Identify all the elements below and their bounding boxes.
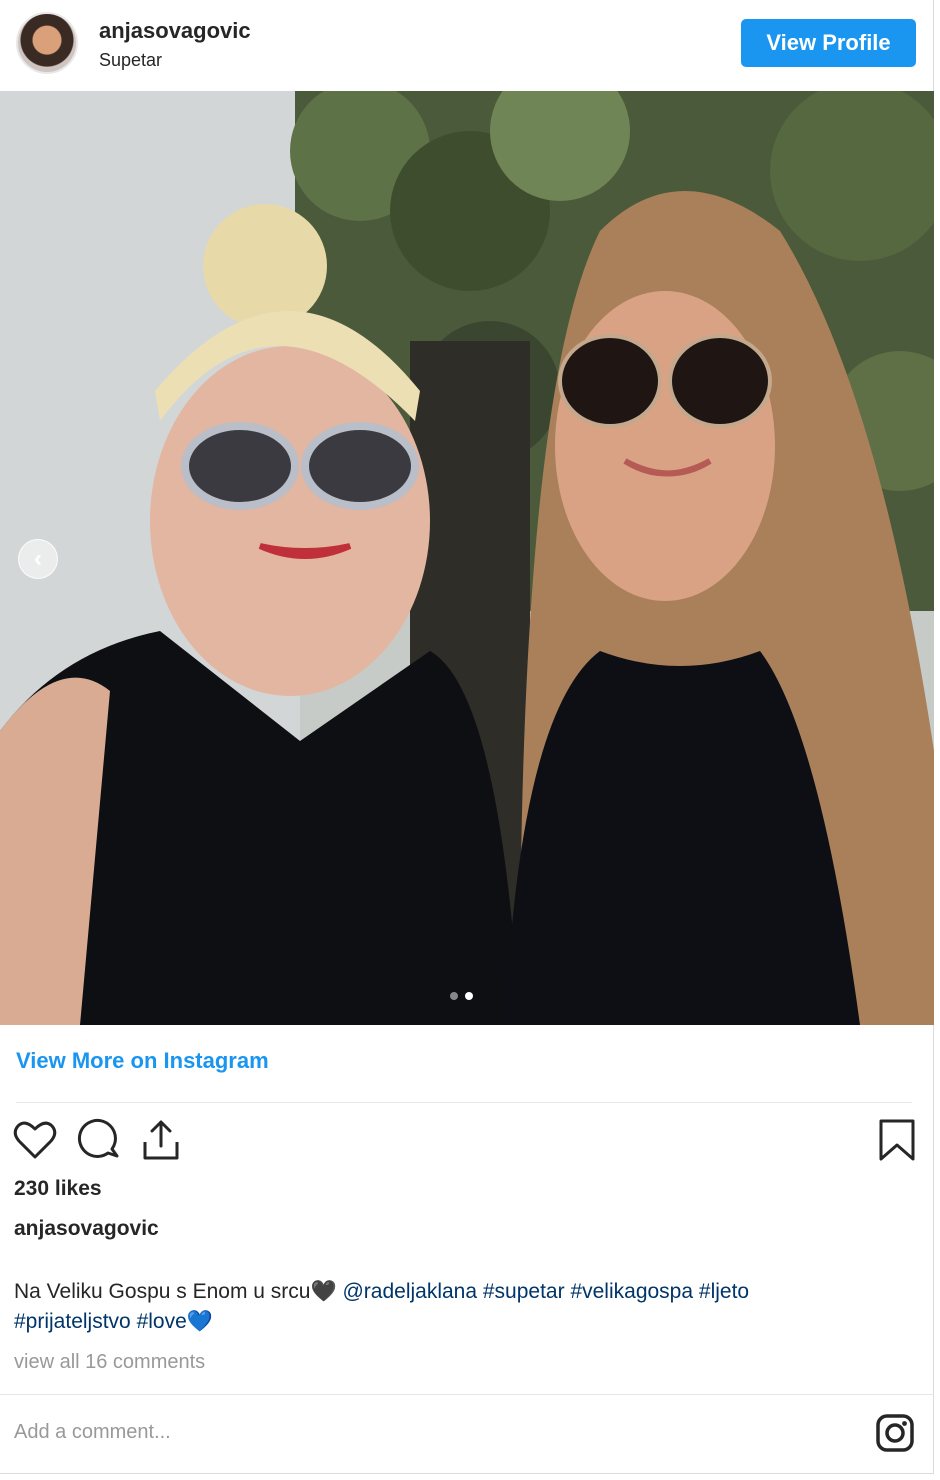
caption-author[interactable]: anjasovagovic [14, 1217, 159, 1241]
divider [0, 1394, 934, 1395]
location[interactable]: Supetar [99, 50, 162, 71]
carousel-dot [450, 992, 458, 1000]
carousel-indicator [450, 992, 473, 1000]
mention-link[interactable]: @radeljaklana [342, 1280, 477, 1303]
view-comments-link[interactable]: view all 16 comments [14, 1351, 205, 1374]
post-header: anjasovagovic Supetar View Profile [0, 0, 934, 91]
hashtag-link[interactable]: #supetar [483, 1280, 565, 1303]
action-bar [0, 1115, 934, 1167]
hashtag-link[interactable]: #velikagospa [570, 1280, 693, 1303]
hashtag-link[interactable]: #love💙 [137, 1310, 213, 1333]
likes-count[interactable]: 230 likes [14, 1177, 102, 1201]
bookmark-icon[interactable] [872, 1115, 922, 1165]
hashtag-link[interactable]: #prijateljstvo [14, 1310, 131, 1333]
caption: Na Veliku Gospu s Enom u srcu🖤 @radeljak… [14, 1277, 914, 1337]
username[interactable]: anjasovagovic [99, 18, 251, 44]
photo-illustration [0, 91, 934, 1025]
view-profile-button[interactable]: View Profile [741, 19, 916, 67]
hashtag-link[interactable]: #ljeto [699, 1280, 749, 1303]
post-photo[interactable]: ‹ [0, 91, 934, 1025]
comment-icon[interactable] [74, 1115, 124, 1165]
chevron-left-icon[interactable]: ‹ [18, 539, 58, 579]
caption-text: Na Veliku Gospu s Enom u srcu🖤 [14, 1280, 337, 1303]
add-comment-field[interactable]: Add a comment... [14, 1421, 171, 1444]
share-icon[interactable] [136, 1115, 186, 1165]
instagram-icon[interactable] [876, 1414, 914, 1452]
carousel-dot-active [465, 992, 473, 1000]
heart-icon[interactable] [10, 1115, 60, 1165]
view-more-link[interactable]: View More on Instagram [16, 1048, 269, 1074]
avatar[interactable] [16, 12, 78, 74]
divider [16, 1102, 912, 1103]
instagram-embed-card: anjasovagovic Supetar View Profile ‹ Vie… [0, 0, 934, 1474]
